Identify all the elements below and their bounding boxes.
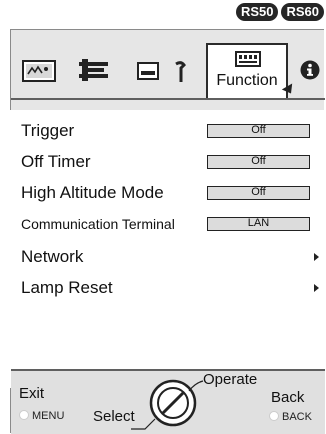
menu-item-off-timer[interactable]: Off Timer xyxy=(21,152,91,172)
back-key-hint: BACK xyxy=(269,407,312,425)
trigger-value[interactable]: Off xyxy=(207,124,310,138)
chevron-right-icon xyxy=(314,253,319,261)
communication-terminal-value[interactable]: LAN xyxy=(207,217,310,231)
function-menu-panel: Trigger Off Off Timer Off High Altitude … xyxy=(1,110,325,388)
navigation-guide: Exit MENU Select Operate Back BACK xyxy=(11,369,325,434)
information-icon[interactable] xyxy=(300,60,320,80)
installation-icon[interactable] xyxy=(137,62,159,80)
menu-item-lamp-reset[interactable]: Lamp Reset xyxy=(21,278,113,298)
back-label: Back xyxy=(271,389,305,406)
select-label: Select xyxy=(93,408,135,425)
model-badges: RS50 RS60 xyxy=(235,3,324,21)
off-timer-value[interactable]: Off xyxy=(207,155,310,169)
menu-item-communication-terminal[interactable]: Communication Terminal xyxy=(21,216,175,232)
back-key-icon xyxy=(269,410,279,421)
menu-item-network[interactable]: Network xyxy=(21,247,83,267)
menu-item-trigger[interactable]: Trigger xyxy=(21,121,74,141)
model-badge-rs60: RS60 xyxy=(281,3,324,21)
input-settings-icon[interactable] xyxy=(79,58,109,82)
display-setup-icon[interactable] xyxy=(174,61,186,83)
menu-tab-bar: Function xyxy=(11,30,325,100)
exit-label: Exit xyxy=(19,385,45,402)
tab-function[interactable]: Function xyxy=(206,43,288,98)
tab-function-label: Function xyxy=(216,72,278,89)
operate-label: Operate xyxy=(203,371,258,388)
chevron-right-icon xyxy=(314,284,319,292)
model-badge-rs50: RS50 xyxy=(235,3,279,21)
high-altitude-mode-value[interactable]: Off xyxy=(207,186,310,200)
osd-screen: Function Trigger Off Off Timer Off High … xyxy=(1,29,325,434)
picture-adjust-icon[interactable] xyxy=(22,60,56,82)
function-icon xyxy=(235,51,261,67)
menu-item-high-altitude-mode[interactable]: High Altitude Mode xyxy=(21,183,164,203)
menu-key-hint: MENU xyxy=(19,406,64,424)
menu-key-icon xyxy=(19,409,29,420)
